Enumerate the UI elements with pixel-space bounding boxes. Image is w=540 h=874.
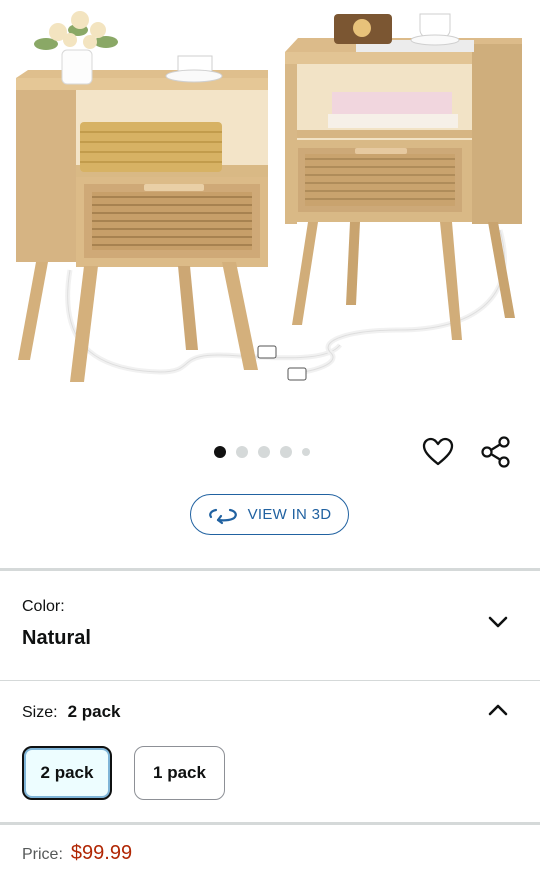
- share-icon: [481, 436, 510, 468]
- view-in-3d-button[interactable]: VIEW IN 3D: [190, 494, 349, 535]
- nightstand-illustration: [16, 11, 522, 382]
- size-label: Size: 2 pack: [22, 702, 121, 722]
- color-label: Color:: [22, 598, 65, 615]
- chevron-down-icon[interactable]: [486, 610, 510, 634]
- section-divider: [0, 680, 540, 681]
- carousel-dot[interactable]: [280, 446, 292, 458]
- carousel-dot[interactable]: [214, 446, 226, 458]
- price-label: Price:: [22, 846, 63, 863]
- rotate-3d-icon: [208, 508, 237, 524]
- product-actions: [420, 434, 514, 470]
- size-option-1-pack[interactable]: 1 pack: [134, 746, 225, 800]
- color-selector[interactable]: Color: Natural: [0, 572, 540, 680]
- price-row: Price: $99.99: [22, 842, 132, 865]
- color-value: Natural: [22, 627, 91, 649]
- carousel-indicator[interactable]: [214, 445, 310, 459]
- size-label-text: Size:: [22, 704, 58, 721]
- section-divider: [0, 568, 540, 571]
- carousel-dot[interactable]: [236, 446, 248, 458]
- view-in-3d-label: VIEW IN 3D: [247, 506, 332, 523]
- carousel-dot[interactable]: [258, 446, 270, 458]
- product-image[interactable]: [0, 0, 540, 420]
- chevron-up-icon[interactable]: [486, 698, 510, 722]
- section-divider: [0, 822, 540, 825]
- size-selector: Size: 2 pack 2 pack 1 pack: [0, 682, 540, 822]
- favorite-button[interactable]: [420, 434, 456, 470]
- size-value: 2 pack: [67, 702, 121, 721]
- price-value: $99.99: [70, 842, 133, 864]
- share-button[interactable]: [478, 434, 514, 470]
- size-option-2-pack[interactable]: 2 pack: [22, 746, 112, 800]
- carousel-dot[interactable]: [302, 448, 310, 456]
- heart-icon: [422, 437, 454, 466]
